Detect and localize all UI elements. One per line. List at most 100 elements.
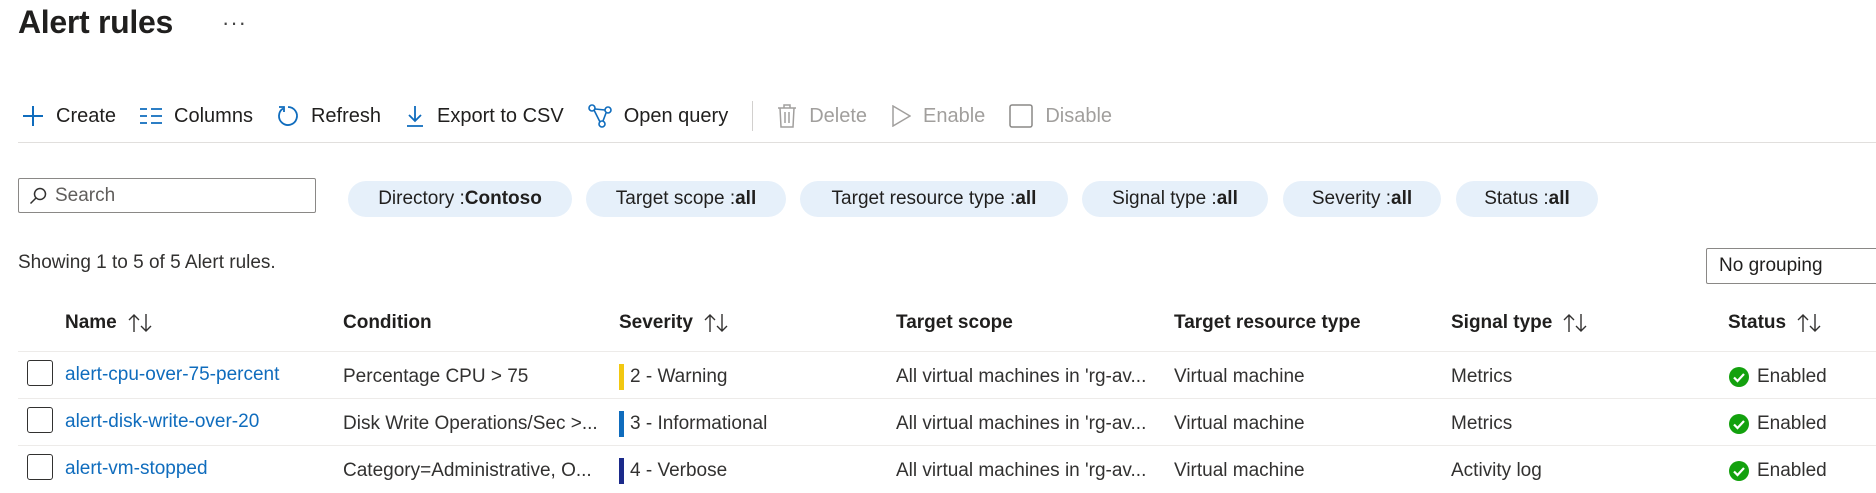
create-button[interactable]: Create — [22, 100, 116, 132]
refresh-button[interactable]: Refresh — [277, 100, 381, 132]
filter-pill-directory[interactable]: Directory : Contoso — [348, 181, 572, 217]
open-query-button[interactable]: Open query — [587, 100, 729, 132]
severity-label: 4 - Verbose — [630, 460, 728, 481]
results-summary: Showing 1 to 5 of 5 Alert rules. — [18, 252, 276, 273]
table-row[interactable]: alert-vm-stopped Category=Administrative… — [0, 446, 1876, 493]
sort-icon[interactable] — [1796, 313, 1822, 333]
column-header-name[interactable]: Name — [65, 312, 153, 334]
column-header-label: Target resource type — [1174, 312, 1361, 333]
severity-indicator — [619, 458, 624, 484]
signal-type-cell: Metrics — [1451, 366, 1513, 387]
column-header-label: Name — [65, 312, 117, 333]
condition-cell: Disk Write Operations/Sec >... — [343, 413, 598, 434]
delete-button[interactable]: Delete — [777, 100, 867, 132]
disable-button[interactable]: Disable — [1009, 100, 1112, 132]
severity-indicator — [619, 411, 624, 437]
toolbar-divider-line — [18, 142, 1876, 143]
create-label: Create — [56, 104, 117, 127]
column-header-severity[interactable]: Severity — [619, 312, 729, 334]
delete-label: Delete — [809, 104, 868, 127]
check-circle-icon — [1729, 414, 1749, 434]
condition-cell: Percentage CPU > 75 — [343, 366, 529, 387]
target-resource-type-cell: Virtual machine — [1174, 460, 1305, 481]
sort-icon[interactable] — [1562, 313, 1588, 333]
target-resource-type-cell: Virtual machine — [1174, 366, 1305, 387]
target-resource-type-cell: Virtual machine — [1174, 413, 1305, 434]
severity-indicator — [619, 364, 624, 390]
filter-pill-label: Target scope : — [615, 188, 736, 209]
columns-icon — [140, 108, 163, 124]
severity-label: 2 - Warning — [630, 366, 728, 387]
severity-cell: 2 - Warning — [619, 362, 728, 392]
filter-pill-value: Contoso — [464, 188, 542, 209]
column-header-signal-type[interactable]: Signal type — [1451, 312, 1588, 334]
export-csv-button[interactable]: Export to CSV — [405, 100, 564, 132]
grouping-dropdown[interactable]: No grouping — [1706, 248, 1876, 284]
status-cell: Enabled — [1728, 409, 1827, 439]
trash-icon — [778, 104, 797, 128]
status-cell: Enabled — [1728, 362, 1827, 392]
command-bar: Create Columns Refresh Export to CSV Ope… — [22, 100, 1112, 132]
refresh-label: Refresh — [310, 104, 381, 127]
table-row[interactable]: alert-disk-write-over-20 Disk Write Oper… — [0, 399, 1876, 445]
column-header-target-resource-type[interactable]: Target resource type — [1174, 312, 1361, 334]
condition-cell: Category=Administrative, O... — [343, 460, 592, 481]
filter-pill-value: all — [1216, 188, 1238, 209]
column-header-label: Severity — [619, 312, 693, 333]
column-header-label: Status — [1728, 312, 1787, 333]
sort-icon[interactable] — [703, 313, 729, 333]
column-header-status[interactable]: Status — [1728, 312, 1822, 334]
open-query-label: Open query — [623, 104, 729, 127]
column-header-condition[interactable]: Condition — [343, 312, 432, 334]
severity-cell: 4 - Verbose — [619, 456, 727, 486]
filter-pill-label: Target resource type : — [831, 188, 1016, 209]
enable-button[interactable]: Enable — [891, 100, 985, 132]
severity-cell: 3 - Informational — [619, 409, 767, 439]
filter-pill-label: Severity : — [1311, 188, 1392, 209]
column-header-label: Signal type — [1451, 312, 1553, 333]
filter-pill-value: all — [735, 188, 757, 209]
sort-icon[interactable] — [127, 313, 153, 333]
filter-pill-target-scope[interactable]: Target scope : all — [586, 181, 786, 217]
filter-pill-label: Signal type : — [1112, 188, 1217, 209]
column-header-target-scope[interactable]: Target scope — [896, 312, 1013, 334]
filter-pill-severity[interactable]: Severity : all — [1283, 181, 1441, 217]
status-cell: Enabled — [1728, 456, 1827, 486]
filter-pill-status[interactable]: Status : all — [1456, 181, 1598, 217]
filter-pill-value: all — [1391, 188, 1413, 209]
play-icon — [892, 105, 912, 127]
table-row[interactable]: alert-cpu-over-75-percent Percentage CPU… — [0, 352, 1876, 398]
columns-button[interactable]: Columns — [140, 100, 253, 132]
refresh-icon — [278, 106, 298, 126]
signal-type-cell: Activity log — [1451, 460, 1542, 481]
row-checkbox[interactable] — [27, 407, 53, 433]
toolbar-divider — [752, 101, 754, 131]
rule-name-link[interactable]: alert-vm-stopped — [65, 454, 208, 484]
target-scope-cell: All virtual machines in 'rg-av... — [896, 460, 1147, 481]
download-icon — [406, 106, 423, 127]
query-icon — [587, 104, 612, 128]
search-box[interactable] — [18, 178, 316, 213]
checkbox-icon — [1009, 104, 1034, 128]
severity-label: 3 - Informational — [630, 413, 768, 434]
disable-label: Disable — [1045, 104, 1113, 127]
filter-pill-label: Directory : — [378, 188, 465, 209]
search-input[interactable] — [55, 184, 295, 207]
row-checkbox[interactable] — [27, 454, 53, 480]
plus-icon — [23, 106, 43, 126]
columns-label: Columns — [174, 104, 253, 127]
column-header-label: Target scope — [896, 312, 1013, 333]
filter-pill-value: all — [1548, 188, 1570, 209]
target-scope-cell: All virtual machines in 'rg-av... — [896, 413, 1147, 434]
rule-name-link[interactable]: alert-cpu-over-75-percent — [65, 360, 279, 390]
row-checkbox[interactable] — [27, 360, 53, 386]
status-label: Enabled — [1757, 366, 1827, 387]
export-csv-label: Export to CSV — [436, 104, 564, 127]
more-options-button[interactable]: ··· — [222, 10, 247, 36]
rule-name-link[interactable]: alert-disk-write-over-20 — [65, 407, 259, 437]
filter-pill-signal-type[interactable]: Signal type : all — [1082, 181, 1268, 217]
filter-pill-target-resource-type[interactable]: Target resource type : all — [800, 181, 1068, 217]
column-header-label: Condition — [343, 312, 432, 333]
page-title: Alert rules — [18, 4, 173, 40]
status-label: Enabled — [1757, 413, 1827, 434]
